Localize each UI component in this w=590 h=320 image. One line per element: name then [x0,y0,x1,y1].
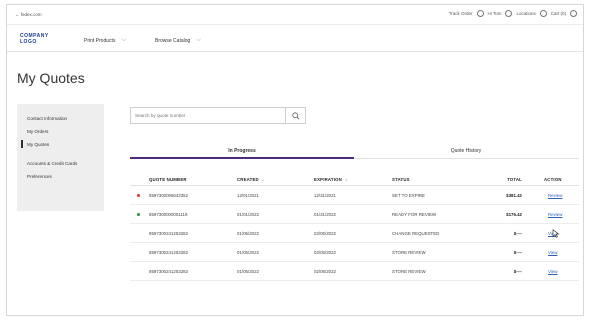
nav-browse-catalog-label: Browse Catalog [155,38,191,44]
expiration-date: 12/31/2021 [314,193,336,198]
quote-number: 8597300241253282 [149,250,189,255]
quote-status: CHANGE REQUESTED [392,231,440,236]
review-link[interactable]: Review [548,193,562,198]
table-row: 8597300241253282 01/05/2022 02/05/2022 S… [130,243,579,262]
sidebar-item-preferences[interactable]: Preferences [17,170,104,183]
quote-status: STORE REVIEW [392,250,426,255]
sort-arrow-icon: ↓ [261,177,265,182]
status-indicator-dot [137,212,140,217]
sidebar-item-label: My Quotes [27,142,50,147]
account-sidebar: Contact Information My Orders My Quotes … [17,104,104,211]
view-link[interactable]: View [548,250,557,255]
sidebar-item-label: My Orders [27,129,49,134]
user-icon[interactable] [505,10,513,17]
back-to-site-link[interactable]: ← fedex.com [15,12,42,17]
utility-links: Track Order Hi Tom Locations Cart (0) [449,10,577,17]
expiration-date: 01/31/2022 [314,212,336,217]
quote-number: 8597300241253282 [149,269,189,274]
sidebar-item-label: Accounts & Credit Cards [27,161,78,166]
table-header: QUOTE NUMBER CREATED ↓ EXPIRATION ↓ STATUS… [130,172,579,186]
sort-arrow-icon: ↓ [344,177,348,182]
browser-frame: ← fedex.com Track Order Hi Tom Locations… [6,4,584,316]
sidebar-item-contact-information[interactable]: Contact Information [17,112,104,125]
chevron-down-icon: ⌵ [121,37,126,43]
header-quote-number[interactable]: QUOTE NUMBER [149,177,187,182]
tab-quote-history[interactable]: Quote History [354,142,578,159]
table-row: 8597300241253282 01/05/2022 02/05/2022 C… [130,224,579,243]
logo-line-2: LOGO [20,38,37,45]
header-action: ACTION [544,177,562,182]
sidebar-item-label: Contact Information [27,116,68,121]
header-created-label: CREATED [237,177,259,182]
status-indicator-dot [137,193,140,198]
expiration-date: 02/05/2022 [314,250,336,255]
account-link[interactable]: Hi Tom [488,11,502,16]
table-row: 8597300000001119 01/01/2022 01/31/2022 R… [130,205,579,224]
nav-print-products-label: Print Products [84,38,116,44]
expiration-date: 02/05/2022 [314,231,336,236]
locations-link[interactable]: Locations [516,11,535,16]
mouse-pointer-icon [552,229,560,238]
quote-total: $381.42 [506,193,522,198]
search-icon [291,111,299,119]
header-status[interactable]: STATUS [392,177,410,182]
header-expiration-label: EXPIRATION [314,177,342,182]
header-created[interactable]: CREATED ↓ [237,177,264,182]
quote-status: STORE REVIEW [392,269,426,274]
cart-icon[interactable] [570,10,577,17]
quote-number: 8597300000001119 [149,212,188,217]
quotes-table: QUOTE NUMBER CREATED ↓ EXPIRATION ↓ STATUS… [130,172,579,281]
quote-number: 8597300241253282 [149,231,189,236]
tab-in-progress[interactable]: In Progress [130,142,354,159]
track-order-link[interactable]: Track Order [449,11,473,16]
quote-tabs: In Progress Quote History [130,142,579,159]
sidebar-item-my-quotes[interactable]: My Quotes [17,138,104,151]
track-order-icon[interactable] [476,10,484,17]
quote-total: $---- [513,269,522,274]
quote-search [130,107,306,124]
utility-bar: ← fedex.com Track Order Hi Tom Locations… [7,5,583,25]
quote-total: $---- [513,231,522,236]
header-expiration[interactable]: EXPIRATION ↓ [314,177,347,182]
sidebar-item-my-orders[interactable]: My Orders [17,125,104,138]
created-date: 01/05/2022 [237,231,259,236]
sidebar-item-label: Preferences [27,174,52,179]
created-date: 12/01/2021 [237,193,259,198]
header-total[interactable]: TOTAL [494,177,522,182]
location-pin-icon[interactable] [539,10,547,17]
quote-status: READY FOR REVIEW [392,212,437,217]
quote-search-input[interactable] [131,108,285,123]
quote-number: 8597300006643352 [149,193,189,198]
quote-status: SET TO EXPIRE [392,193,425,198]
page-title: My Quotes [17,70,85,86]
review-link[interactable]: Review [548,212,562,217]
table-row: 8597300006643352 12/01/2021 12/31/2021 S… [130,186,579,205]
expiration-date: 02/05/2022 [314,269,336,274]
cart-link[interactable]: Cart (0) [551,11,566,16]
created-date: 01/01/2022 [237,212,259,217]
created-date: 01/05/2022 [237,269,259,274]
company-logo[interactable]: COMPANY LOGO [20,33,49,45]
chevron-down-icon: ⌵ [196,37,201,43]
created-date: 01/05/2022 [237,250,259,255]
sidebar-item-accounts-credit-cards[interactable]: Accounts & Credit Cards [17,157,104,170]
quote-total: $176.42 [506,212,522,217]
view-link[interactable]: View [548,269,557,274]
nav-browse-catalog[interactable]: Browse Catalog ⌵ [155,37,201,45]
table-row: 8597300241253282 01/05/2022 02/05/2022 S… [130,262,579,281]
nav-print-products[interactable]: Print Products ⌵ [84,37,126,45]
quote-total: $---- [513,250,522,255]
search-button[interactable] [285,108,305,123]
main-nav: COMPANY LOGO Print Products ⌵ Browse Cata… [7,26,583,52]
